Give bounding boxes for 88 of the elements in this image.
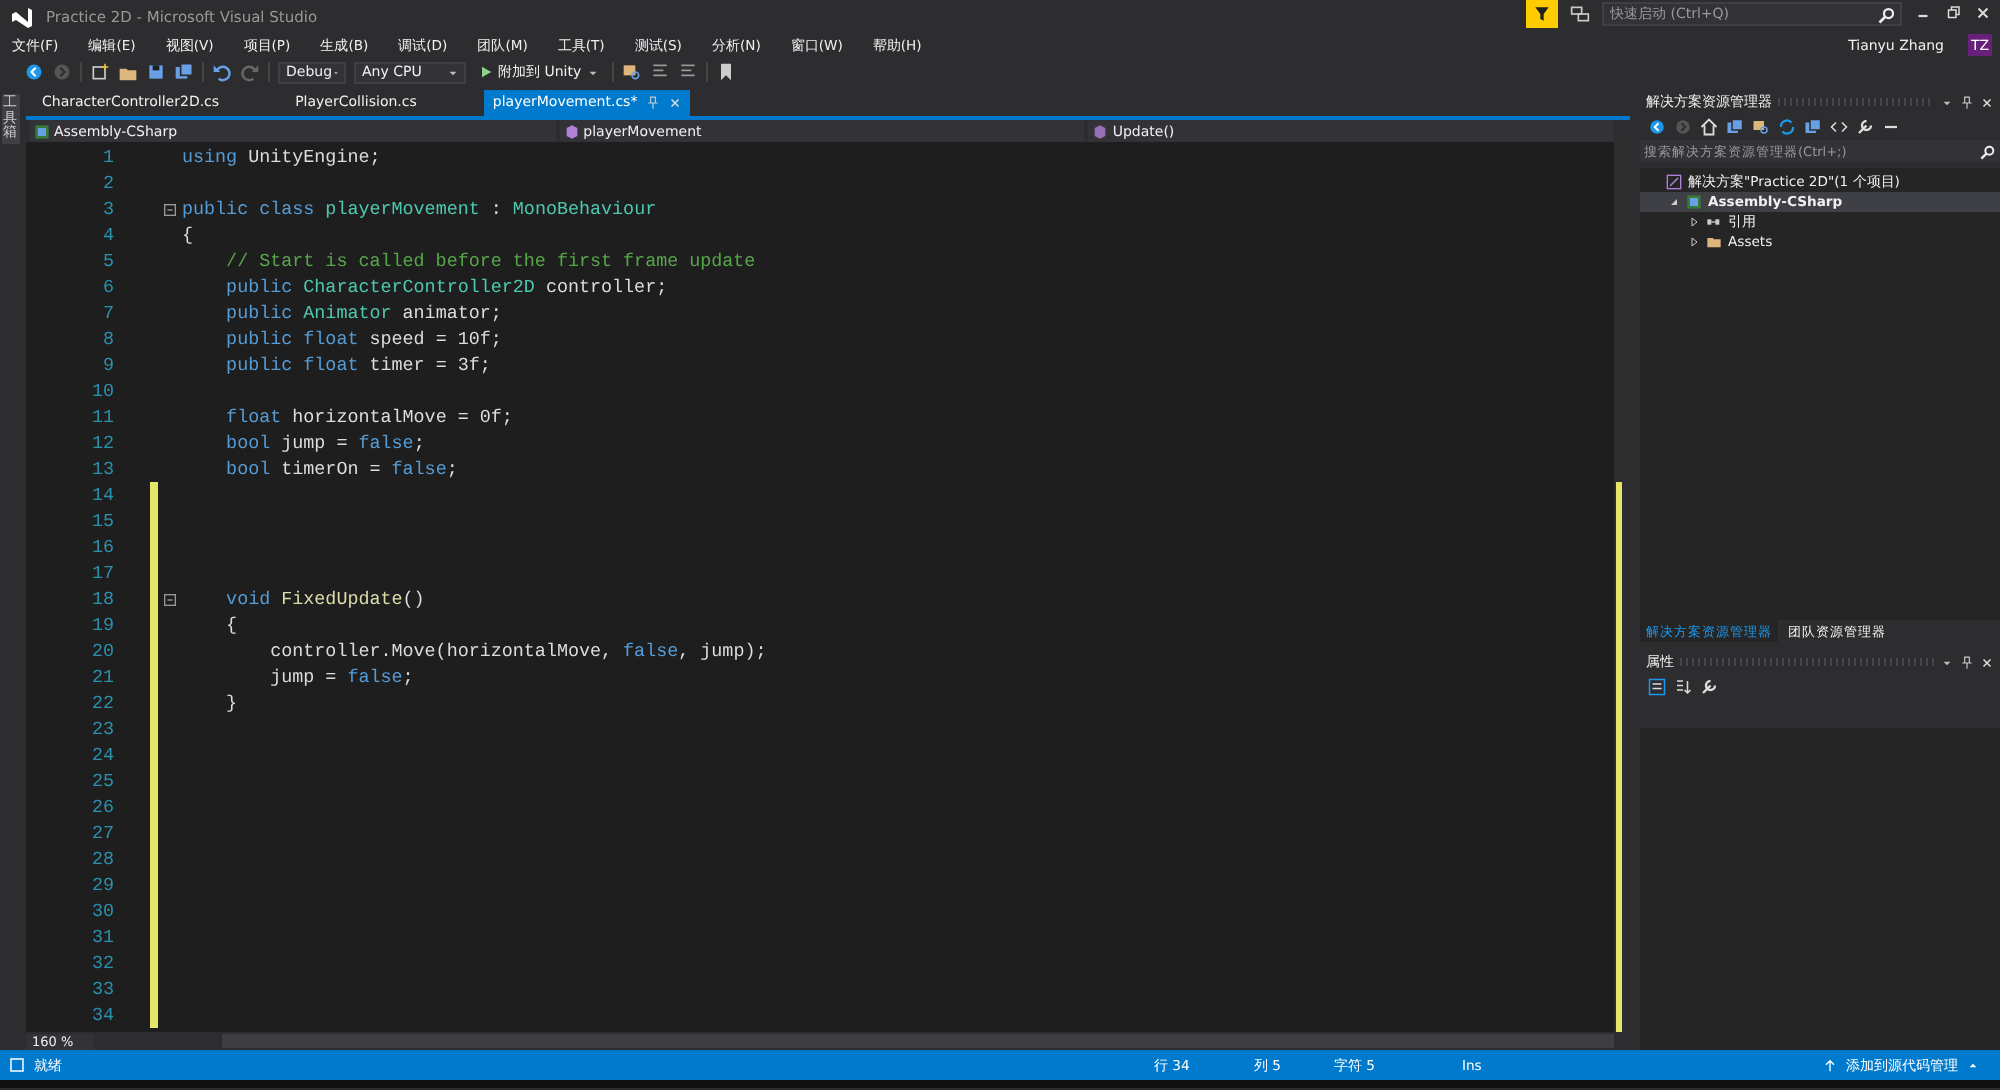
line-number: 23 — [89, 718, 114, 740]
line-number: 29 — [89, 874, 114, 896]
collapse-icon[interactable] — [162, 591, 178, 607]
code-icon[interactable] — [1830, 118, 1848, 136]
upload-icon[interactable] — [1822, 1057, 1838, 1073]
line-number: 25 — [89, 770, 114, 792]
line-number: 6 — [100, 276, 114, 298]
code-line: public float speed = 10f; — [224, 328, 502, 350]
filter-button[interactable] — [1526, 0, 1558, 28]
code-line: public CharacterController2D controller; — [224, 276, 668, 298]
line-number: 10 — [89, 380, 114, 402]
maximize-icon[interactable] — [1944, 4, 1962, 22]
line-number: 22 — [89, 692, 114, 714]
code-line: // Start is called before the first frame update — [224, 250, 756, 272]
pin-icon[interactable] — [1960, 95, 1974, 109]
save-all-icon[interactable] — [174, 62, 194, 82]
code-line: { — [182, 224, 194, 246]
line-number: 27 — [89, 822, 114, 844]
code-line: bool jump = false; — [224, 432, 425, 454]
line-number: 19 — [89, 614, 114, 636]
line-number: 18 — [89, 588, 114, 610]
code-line: public float timer = 3f; — [224, 354, 491, 376]
horizontal-scrollbar[interactable] — [222, 1034, 1614, 1048]
line-number: 9 — [100, 354, 114, 376]
close-icon[interactable] — [1980, 655, 1994, 669]
line-number: 11 — [89, 406, 114, 428]
line-number: 1 — [100, 146, 114, 168]
filter-icon — [1532, 4, 1552, 24]
line-number: 21 — [89, 666, 114, 688]
line-number: 31 — [89, 926, 114, 948]
sync-icon[interactable] — [1778, 118, 1796, 136]
pin-icon[interactable] — [1960, 655, 1974, 669]
caret-icon[interactable] — [1966, 1058, 1980, 1072]
line-number: 3 — [100, 198, 114, 220]
line-number: 14 — [89, 484, 114, 506]
line-number: 24 — [89, 744, 114, 766]
play-icon — [478, 64, 494, 80]
line-number: 8 — [100, 328, 114, 350]
code-line: public Animator animator; — [224, 302, 502, 324]
code-line: void FixedUpdate() — [224, 588, 425, 610]
search-icon — [1878, 6, 1896, 24]
back-icon[interactable] — [1648, 118, 1666, 136]
references-icon — [1706, 214, 1722, 230]
line-number: 2 — [100, 172, 114, 194]
close-icon[interactable] — [1974, 4, 1992, 22]
solution-icon — [1666, 174, 1682, 190]
project-icon — [34, 123, 50, 139]
code-line: float horizontalMove = 0f; — [224, 406, 513, 428]
folder-icon — [1706, 234, 1722, 250]
code-line: { — [224, 614, 238, 636]
code-line: controller.Move(horizontalMove, false, jump); — [268, 640, 767, 662]
search-icon — [1980, 143, 1996, 159]
close-icon[interactable] — [1980, 95, 1994, 109]
line-number: 26 — [89, 796, 114, 818]
line-number: 20 — [89, 640, 114, 662]
line-number: 34 — [89, 1004, 114, 1026]
sort-icon[interactable] — [1674, 678, 1692, 696]
collapse-icon[interactable] — [162, 201, 178, 217]
code-line: bool timerOn = false; — [224, 458, 458, 480]
code-line: public class playerMovement : MonoBehaviour — [182, 198, 657, 220]
line-number: 7 — [100, 302, 114, 324]
line-number: 30 — [89, 900, 114, 922]
line-number: 5 — [100, 250, 114, 272]
save-icon[interactable] — [146, 62, 166, 82]
redo-icon[interactable] — [240, 62, 260, 82]
expanded-arrow-icon[interactable] — [1668, 196, 1680, 208]
new-project-icon[interactable] — [90, 62, 110, 82]
code-line: using UnityEngine; — [182, 146, 381, 168]
categorized-icon[interactable] — [1648, 678, 1666, 696]
app-logo-icon — [10, 6, 34, 30]
code-line: } — [224, 692, 238, 714]
line-number: 32 — [89, 952, 114, 974]
line-number: 17 — [89, 562, 114, 584]
bookmark-icon[interactable] — [715, 62, 736, 82]
line-number: 28 — [89, 848, 114, 870]
home-icon[interactable] — [1700, 118, 1718, 136]
code-line: jump = false; — [268, 666, 414, 688]
wrench-icon[interactable] — [1856, 118, 1874, 136]
line-number: 33 — [89, 978, 114, 1000]
line-number: 16 — [89, 536, 114, 558]
project-icon — [1686, 194, 1702, 210]
line-number: 4 — [100, 224, 114, 246]
line-number: 12 — [89, 432, 114, 454]
line-number: 15 — [89, 510, 114, 532]
wrench-icon[interactable] — [1700, 678, 1718, 696]
undo-icon[interactable] — [212, 62, 232, 82]
back-icon[interactable] — [24, 62, 44, 82]
line-number: 13 — [89, 458, 114, 480]
